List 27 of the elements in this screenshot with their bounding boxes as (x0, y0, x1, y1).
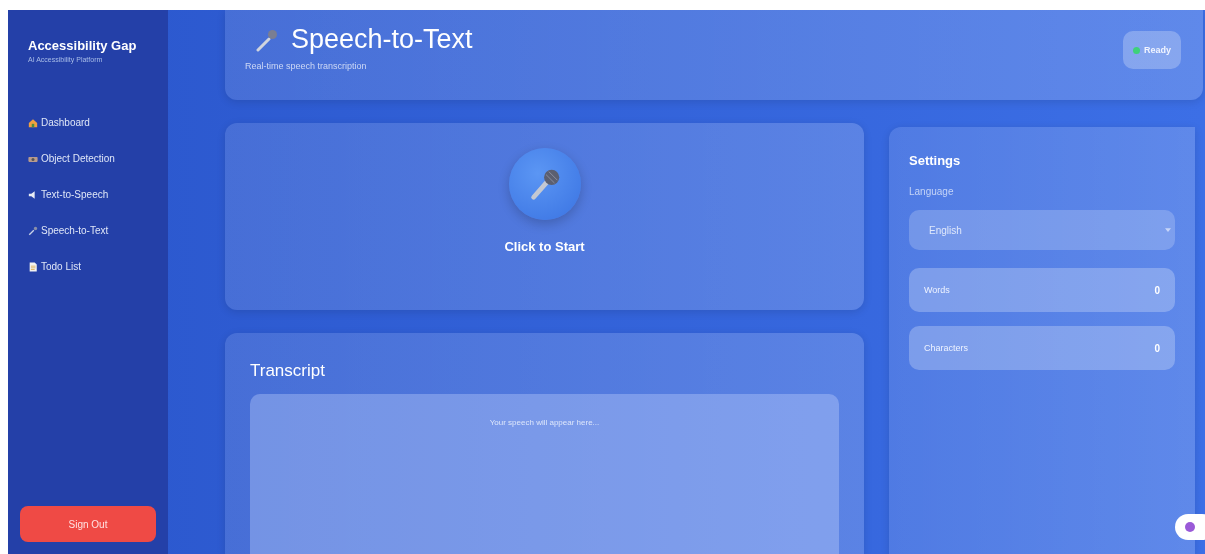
chat-icon (1185, 522, 1195, 532)
page-subtitle: Real-time speech transcription (245, 61, 368, 71)
record-button[interactable] (508, 148, 581, 220)
chat-button[interactable] (1175, 514, 1205, 540)
microphone-icon (28, 225, 38, 236)
document-icon (28, 261, 38, 272)
transcript-title: Transcript (250, 361, 326, 381)
house-icon (28, 117, 38, 128)
settings-title: Settings (909, 153, 962, 168)
status-label: Ready (1144, 45, 1171, 55)
sidebar-item[interactable]: Dashboard (28, 115, 168, 130)
sidebar-item[interactable]: Speech-to-Text (28, 223, 168, 238)
stat-value: 0 (1154, 284, 1160, 296)
stat-label: Characters (924, 343, 968, 353)
page-title: Speech-to-Text (291, 24, 473, 55)
caret-icon (1165, 228, 1171, 232)
stat-label: Words (924, 285, 950, 295)
record-label: Click to Start (504, 239, 585, 254)
microphone-icon (255, 27, 279, 52)
app-title: Accessibility Gap (28, 38, 138, 53)
speaker-icon (28, 189, 38, 200)
sidebar-item[interactable]: Object Detection (28, 151, 168, 166)
status-dot-icon (1133, 46, 1140, 54)
language-label: Language (909, 186, 955, 197)
sidebar-item[interactable]: Todo List (28, 259, 168, 274)
sidebar-item[interactable]: Text-to-Speech (28, 187, 168, 202)
stat-value: 0 (1154, 342, 1160, 354)
